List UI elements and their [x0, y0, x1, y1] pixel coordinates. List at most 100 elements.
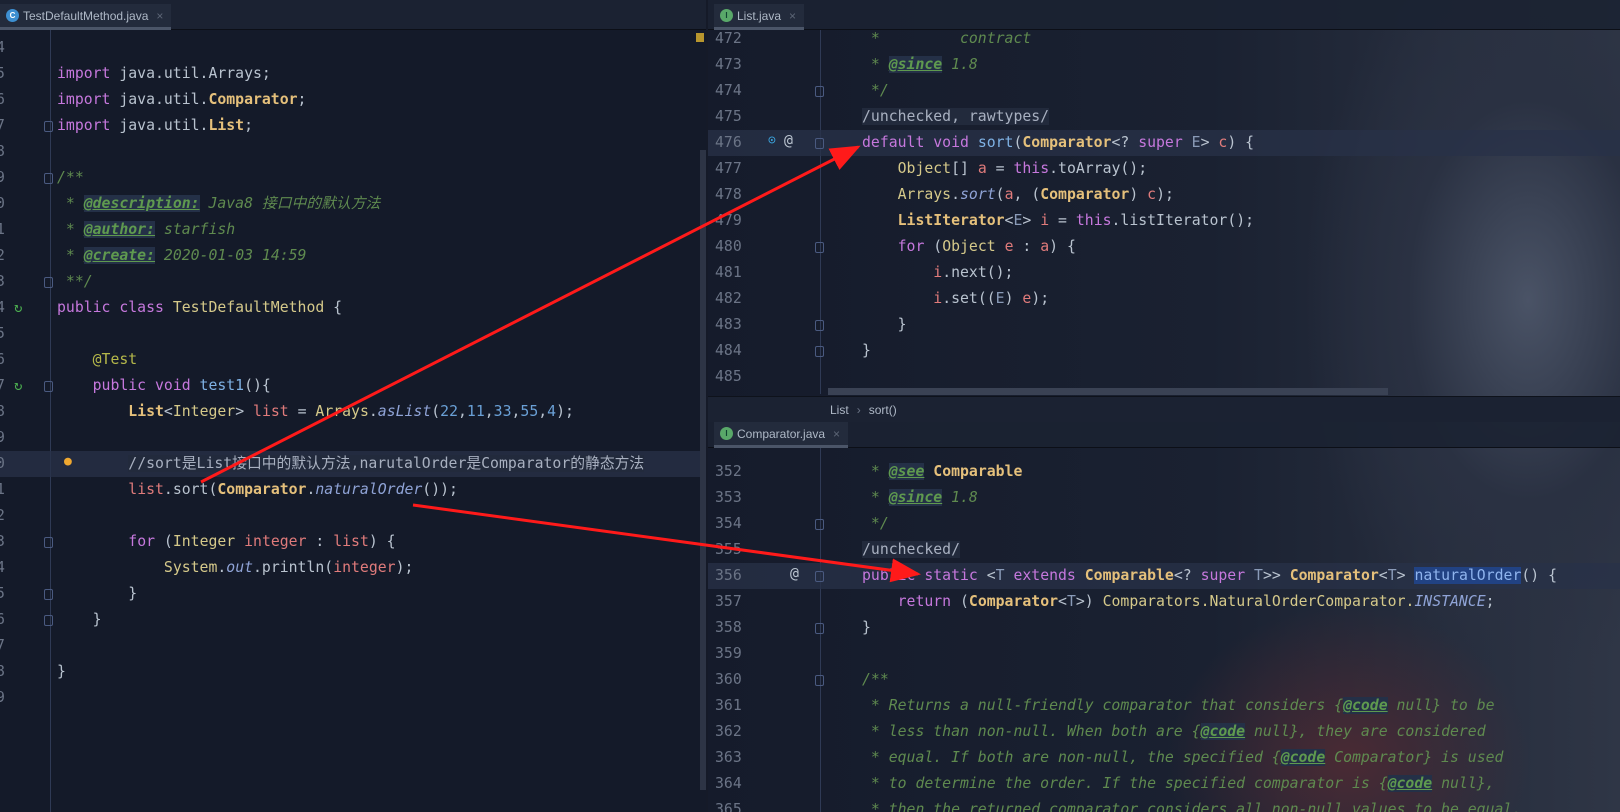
code-line[interactable]: 474 */: [708, 78, 1620, 104]
code-line[interactable]: 357 return (Comparator<T>) Comparators.N…: [708, 589, 1620, 615]
horizontal-scrollbar[interactable]: [828, 388, 1388, 395]
code-token: Comparable: [933, 463, 1023, 480]
breadcrumb-sort[interactable]: sort(): [869, 403, 897, 417]
code-token: ,: [538, 403, 548, 420]
code-line[interactable]: 478 Arrays.sort(a, (Comparator) c);: [708, 182, 1620, 208]
code-line[interactable]: 356 public static <T extends Comparable<?…: [708, 563, 1620, 589]
override-at-icon[interactable]: @: [790, 565, 799, 582]
code-line[interactable]: 352 * @see Comparable: [708, 459, 1620, 485]
code-line[interactable]: 0 //sort是List接口中的默认方法,narutalOrder是Compa…: [0, 451, 706, 477]
fold-icon[interactable]: [44, 277, 53, 288]
code-line[interactable]: 473 * @since 1.8: [708, 52, 1620, 78]
code-line[interactable]: 353 * @since 1.8: [708, 485, 1620, 511]
code-line[interactable]: 472 * contract: [708, 26, 1620, 52]
code-line[interactable]: 1 list.sort(Comparator.naturalOrder());: [0, 477, 706, 503]
code-line[interactable]: 355/unchecked/: [708, 537, 1620, 563]
code-line[interactable]: 485: [708, 364, 1620, 390]
code-line[interactable]: 8: [0, 139, 706, 165]
code-line[interactable]: 2 * @create: 2020-01-03 14:59: [0, 243, 706, 269]
run-test-icon[interactable]: ↻: [14, 300, 22, 316]
code-token: import: [57, 65, 120, 82]
lightbulb-icon[interactable]: ●: [64, 454, 72, 469]
code-line[interactable]: 9: [0, 685, 706, 711]
scrollbar[interactable]: [700, 150, 706, 790]
fold-icon[interactable]: [44, 381, 53, 392]
fold-icon[interactable]: [815, 346, 824, 357]
code-line[interactable]: 477 Object[] a = this.toArray();: [708, 156, 1620, 182]
fold-icon[interactable]: [815, 86, 824, 97]
fold-icon[interactable]: [44, 173, 53, 184]
code-line[interactable]: 354 */: [708, 511, 1620, 537]
code-line[interactable]: 4 System.out.println(integer);: [0, 555, 706, 581]
code-line[interactable]: 7: [0, 633, 706, 659]
fold-icon[interactable]: [815, 675, 824, 686]
fold-icon[interactable]: [815, 571, 824, 582]
code-line[interactable]: 2: [0, 503, 706, 529]
code-line[interactable]: 1 * @author: starfish: [0, 217, 706, 243]
fold-icon[interactable]: [44, 589, 53, 600]
implementation-icon[interactable]: ⊙: [768, 133, 776, 148]
code-line[interactable]: 483 }: [708, 312, 1620, 338]
code-line[interactable]: 8 List<Integer> list = Arrays.asList(22,…: [0, 399, 706, 425]
code-line[interactable]: 475/unchecked, rawtypes/: [708, 104, 1620, 130]
close-icon[interactable]: ×: [833, 427, 840, 441]
close-icon[interactable]: ×: [789, 9, 796, 23]
code-text: }: [862, 312, 907, 338]
code-text: }: [57, 607, 102, 633]
tab-testdefaultmethod[interactable]: C TestDefaultMethod.java ×: [0, 4, 172, 30]
code-token: () {: [1521, 567, 1557, 584]
code-token: (: [163, 533, 173, 550]
run-test-icon[interactable]: ↻: [14, 378, 22, 394]
code-line[interactable]: 9 /**: [0, 165, 706, 191]
code-line[interactable]: 6 import java.util.Comparator;: [0, 87, 706, 113]
code-line[interactable]: 3 for (Integer integer : list) {: [0, 529, 706, 555]
code-token: *: [862, 489, 889, 506]
left-editor[interactable]: C TestDefaultMethod.java × 4 5 import java…: [0, 0, 706, 812]
code-line[interactable]: 362 * less than non-null. When both are …: [708, 719, 1620, 745]
code-line[interactable]: 360 /**: [708, 667, 1620, 693]
fold-icon[interactable]: [44, 121, 53, 132]
fold-icon[interactable]: [815, 623, 824, 634]
fold-icon[interactable]: [44, 615, 53, 626]
code-line[interactable]: 5 }: [0, 581, 706, 607]
code-line[interactable]: 7 public void test1(){: [0, 373, 706, 399]
code-line[interactable]: 359: [708, 641, 1620, 667]
fold-icon[interactable]: [815, 138, 824, 149]
code-line[interactable]: 7 import java.util.List;: [0, 113, 706, 139]
code-token: .sort(: [163, 481, 218, 498]
code-token: i: [1040, 212, 1050, 229]
code-line[interactable]: 6 @Test: [0, 347, 706, 373]
code-line[interactable]: 4 public class TestDefaultMethod {: [0, 295, 706, 321]
code-line[interactable]: 481 i.next();: [708, 260, 1620, 286]
code-line[interactable]: 8}: [0, 659, 706, 685]
code-line[interactable]: 476 default void sort(Comparator<? super …: [708, 130, 1620, 156]
tab-comparator-java[interactable]: I Comparator.java ×: [714, 422, 849, 448]
code-line[interactable]: 5 import java.util.Arrays;: [0, 61, 706, 87]
code-line[interactable]: 6 }: [0, 607, 706, 633]
close-icon[interactable]: ×: [156, 9, 163, 23]
fold-icon[interactable]: [815, 242, 824, 253]
fold-icon[interactable]: [44, 537, 53, 548]
code-line[interactable]: 361 * Returns a null-friendly comparator…: [708, 693, 1620, 719]
code-line[interactable]: 5: [0, 321, 706, 347]
code-token: * less than non-null. When both are {: [862, 723, 1201, 740]
code-line[interactable]: 365 * then the returned comparator consi…: [708, 797, 1620, 812]
code-line[interactable]: 484}: [708, 338, 1620, 364]
line-number: 4: [0, 39, 5, 56]
code-line[interactable]: 9: [0, 425, 706, 451]
code-line[interactable]: 480 for (Object e : a) {: [708, 234, 1620, 260]
code-line[interactable]: 364 * to determine the order. If the spe…: [708, 771, 1620, 797]
code-line[interactable]: 479 ListIterator<E> i = this.listIterato…: [708, 208, 1620, 234]
code-line[interactable]: 3 **/: [0, 269, 706, 295]
code-line[interactable]: 363 * equal. If both are non-null, the s…: [708, 745, 1620, 771]
fold-icon[interactable]: [815, 320, 824, 331]
breadcrumb-list[interactable]: List: [830, 403, 849, 417]
override-at-icon[interactable]: @: [784, 132, 793, 149]
fold-icon[interactable]: [815, 519, 824, 530]
code-line[interactable]: 0 * @description: Java8 接口中的默认方法: [0, 191, 706, 217]
line-number: 7: [0, 637, 5, 654]
code-line[interactable]: 358}: [708, 615, 1620, 641]
code-line[interactable]: 482 i.set((E) e);: [708, 286, 1620, 312]
code-line[interactable]: 4: [0, 35, 706, 61]
